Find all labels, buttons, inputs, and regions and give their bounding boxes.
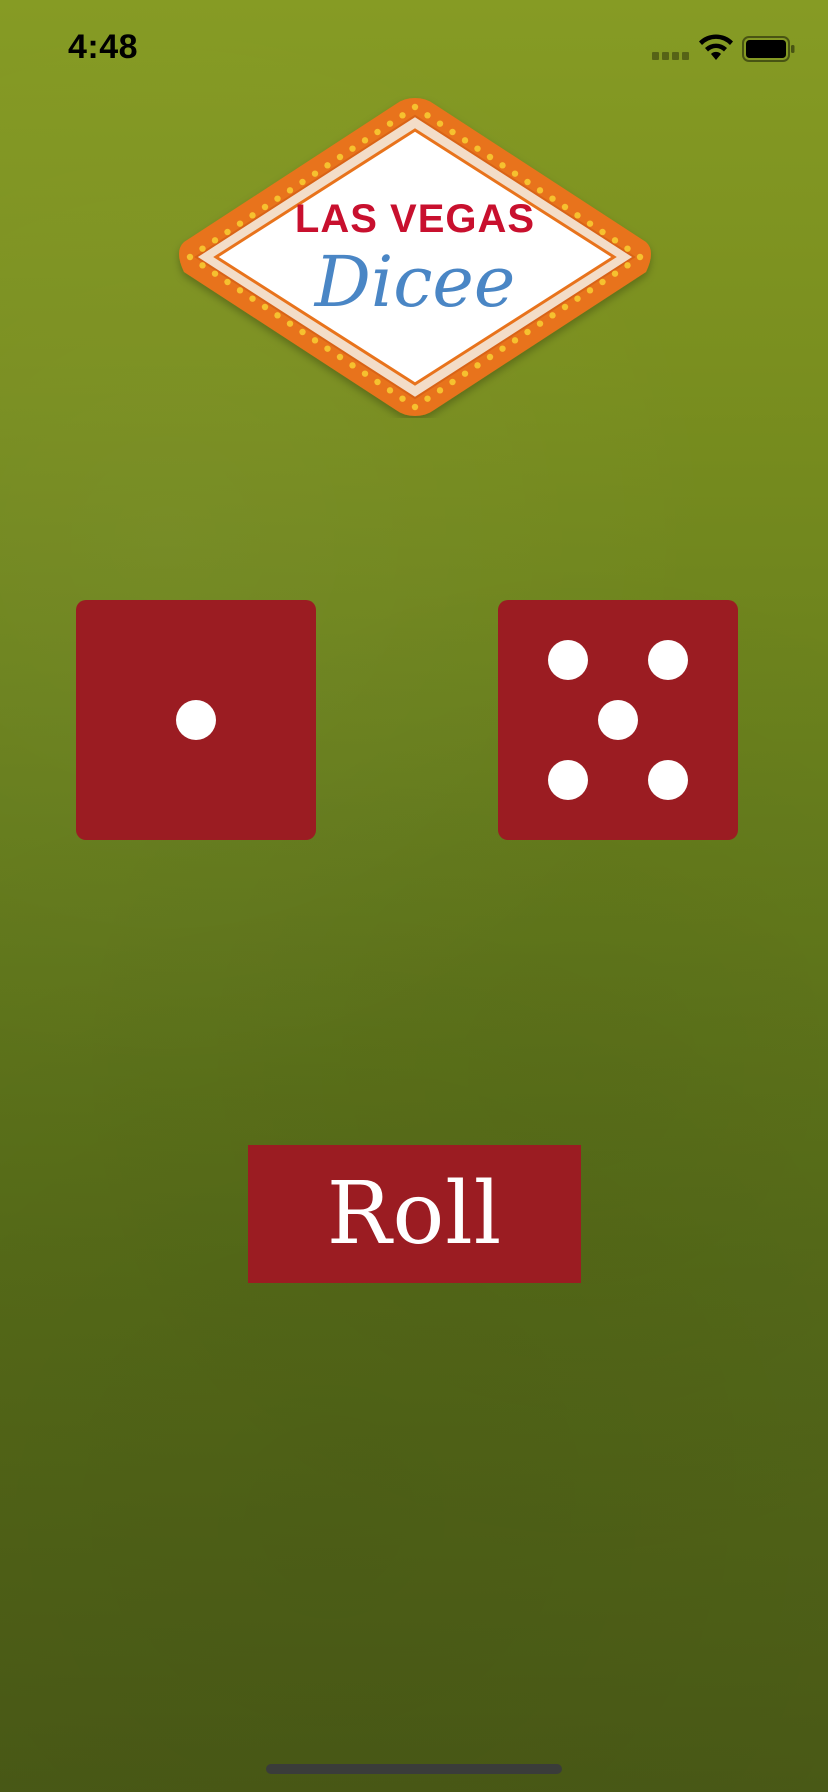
marquee-bulb (299, 178, 306, 186)
marquee-bulb (486, 353, 494, 361)
marquee-bulb (386, 120, 394, 127)
marquee-bulb (199, 262, 206, 269)
marquee-bulb (274, 312, 281, 319)
roll-button-label: Roll (326, 1164, 503, 1264)
marquee-bulb (549, 195, 556, 202)
las-vegas-dicee-logo: LAS VEGAS Dicee (179, 98, 651, 416)
marquee-bulb (186, 253, 194, 261)
marquee-bulb (236, 287, 244, 294)
roll-button[interactable]: Roll (248, 1145, 581, 1283)
marquee-bulb (236, 220, 244, 227)
marquee-bulb (574, 212, 581, 219)
marquee-bulb (586, 287, 594, 294)
marquee-bulb (624, 245, 631, 252)
marquee-bulb (486, 153, 494, 161)
marquee-bulb (274, 195, 281, 202)
home-indicator[interactable] (266, 1764, 562, 1774)
marquee-bulb (286, 320, 294, 327)
marquee-bulb (336, 153, 344, 161)
status-time: 4:48 (68, 28, 139, 66)
marquee-bulb (461, 370, 469, 377)
marquee-bulb (299, 328, 306, 336)
marquee-bulb (399, 395, 406, 402)
marquee-bulb (361, 137, 369, 144)
marquee-bulb (349, 362, 356, 369)
marquee-bulb (461, 137, 469, 144)
signal-icon (652, 48, 690, 60)
marquee-bulb (199, 245, 206, 252)
marquee-bulb (336, 353, 344, 361)
marquee-bulb (249, 295, 256, 302)
marquee-bulb (286, 187, 294, 194)
marquee-bulb (324, 162, 331, 169)
marquee-bulb (624, 262, 631, 269)
marquee-bulb (424, 112, 431, 119)
marquee-bulb (211, 237, 219, 244)
marquee-bulb (536, 187, 544, 194)
marquee-bulb (424, 395, 431, 402)
marquee-bulb (311, 337, 319, 344)
marquee-bulb (599, 278, 606, 286)
die-pip (598, 700, 638, 740)
marquee-bulb (561, 303, 569, 311)
marquee-bulb (499, 162, 506, 169)
marquee-bulb (311, 170, 319, 177)
marquee-bulb (374, 128, 381, 136)
marquee-bulb (411, 403, 419, 411)
marquee-bulb (374, 378, 381, 386)
marquee-bulb (261, 303, 269, 311)
marquee-bulb (436, 387, 444, 394)
marquee-bulb (611, 237, 619, 244)
marquee-bulb (524, 328, 531, 336)
logo-line1: LAS VEGAS (295, 197, 535, 241)
marquee-bulb (499, 345, 506, 352)
marquee-bulb (574, 295, 581, 302)
marquee-bulb (474, 145, 481, 152)
marquee-bulb (549, 312, 556, 319)
marquee-bulb (524, 178, 531, 186)
marquee-bulb (586, 220, 594, 227)
marquee-bulb (324, 345, 331, 352)
wifi-icon (699, 34, 733, 60)
right-die (498, 600, 738, 840)
marquee-bulb (561, 203, 569, 211)
die-pip (648, 760, 688, 800)
die-pip (548, 760, 588, 800)
marquee-bulb (511, 337, 519, 344)
marquee-bulb (636, 253, 644, 261)
marquee-bulb (536, 320, 544, 327)
status-bar: 4:48 (0, 0, 828, 100)
marquee-bulb (249, 212, 256, 219)
marquee-bulb (611, 270, 619, 277)
marquee-bulb (436, 120, 444, 127)
battery-icon (742, 36, 795, 62)
die-pip (648, 640, 688, 680)
marquee-bulb (224, 278, 231, 286)
marquee-bulb (449, 128, 456, 136)
marquee-bulb (599, 228, 606, 236)
marquee-bulb (474, 362, 481, 369)
left-die (76, 600, 316, 840)
marquee-bulb (386, 387, 394, 394)
marquee-bulb (211, 270, 219, 277)
marquee-bulb (261, 203, 269, 211)
marquee-bulb (511, 170, 519, 177)
marquee-bulb (349, 145, 356, 152)
die-pip (548, 640, 588, 680)
logo-line2: Dicee (313, 241, 516, 323)
die-pip (176, 700, 216, 740)
marquee-bulb (361, 370, 369, 377)
marquee-bulb (449, 378, 456, 386)
marquee-bulb (411, 103, 419, 111)
marquee-bulb (224, 228, 231, 236)
marquee-bulb (399, 112, 406, 119)
